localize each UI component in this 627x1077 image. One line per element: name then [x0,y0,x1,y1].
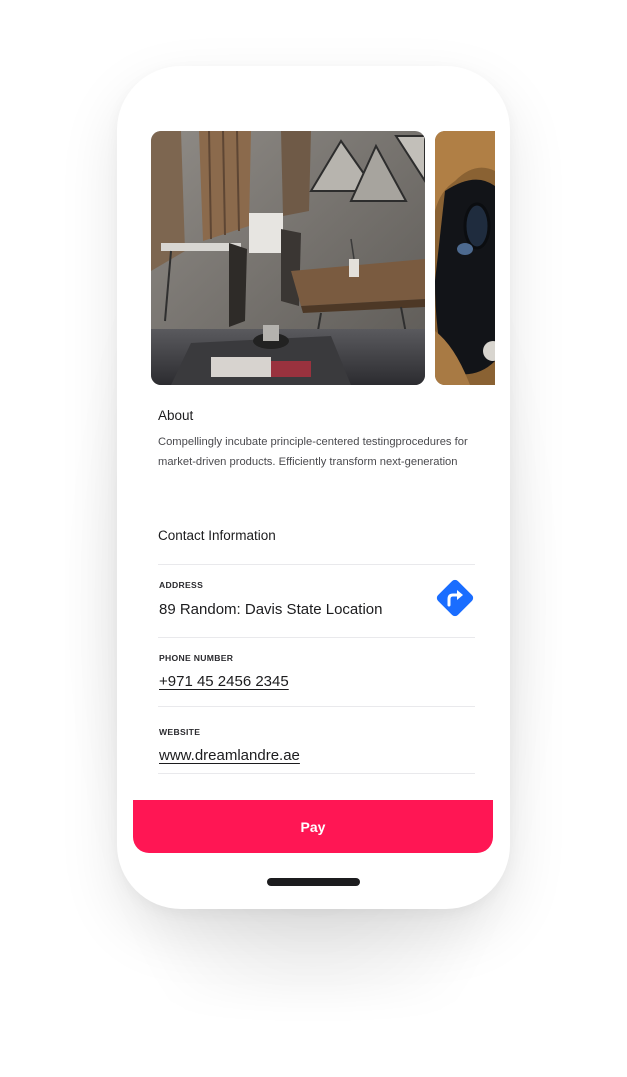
divider [158,637,475,638]
restaurant-interior-photo[interactable] [151,131,425,385]
divider [158,773,475,774]
about-heading: About [158,408,194,423]
photo-gallery[interactable] [151,131,510,386]
directions-icon [436,579,474,617]
phone-link[interactable]: +971 45 2456 2345 [159,673,289,690]
divider [158,706,475,707]
address-label: ADDRESS [159,580,204,590]
directions-button[interactable] [433,576,477,620]
pay-button[interactable]: Pay [133,800,493,853]
contact-heading: Contact Information [158,528,276,543]
address-value: 89 Random: Davis State Location [159,601,383,618]
website-link[interactable]: www.dreamlandre.ae [159,747,300,764]
about-description: Compellingly incubate principle-centered… [158,436,468,468]
website-label: WEBSITE [159,727,201,737]
phone-label: PHONE NUMBER [159,653,234,663]
phone-screen: About Compellingly incubate principle-ce… [117,66,510,909]
divider [158,564,475,565]
home-indicator [267,878,360,886]
table-detail-photo[interactable] [435,131,495,385]
canvas: About Compellingly incubate principle-ce… [0,0,627,1077]
